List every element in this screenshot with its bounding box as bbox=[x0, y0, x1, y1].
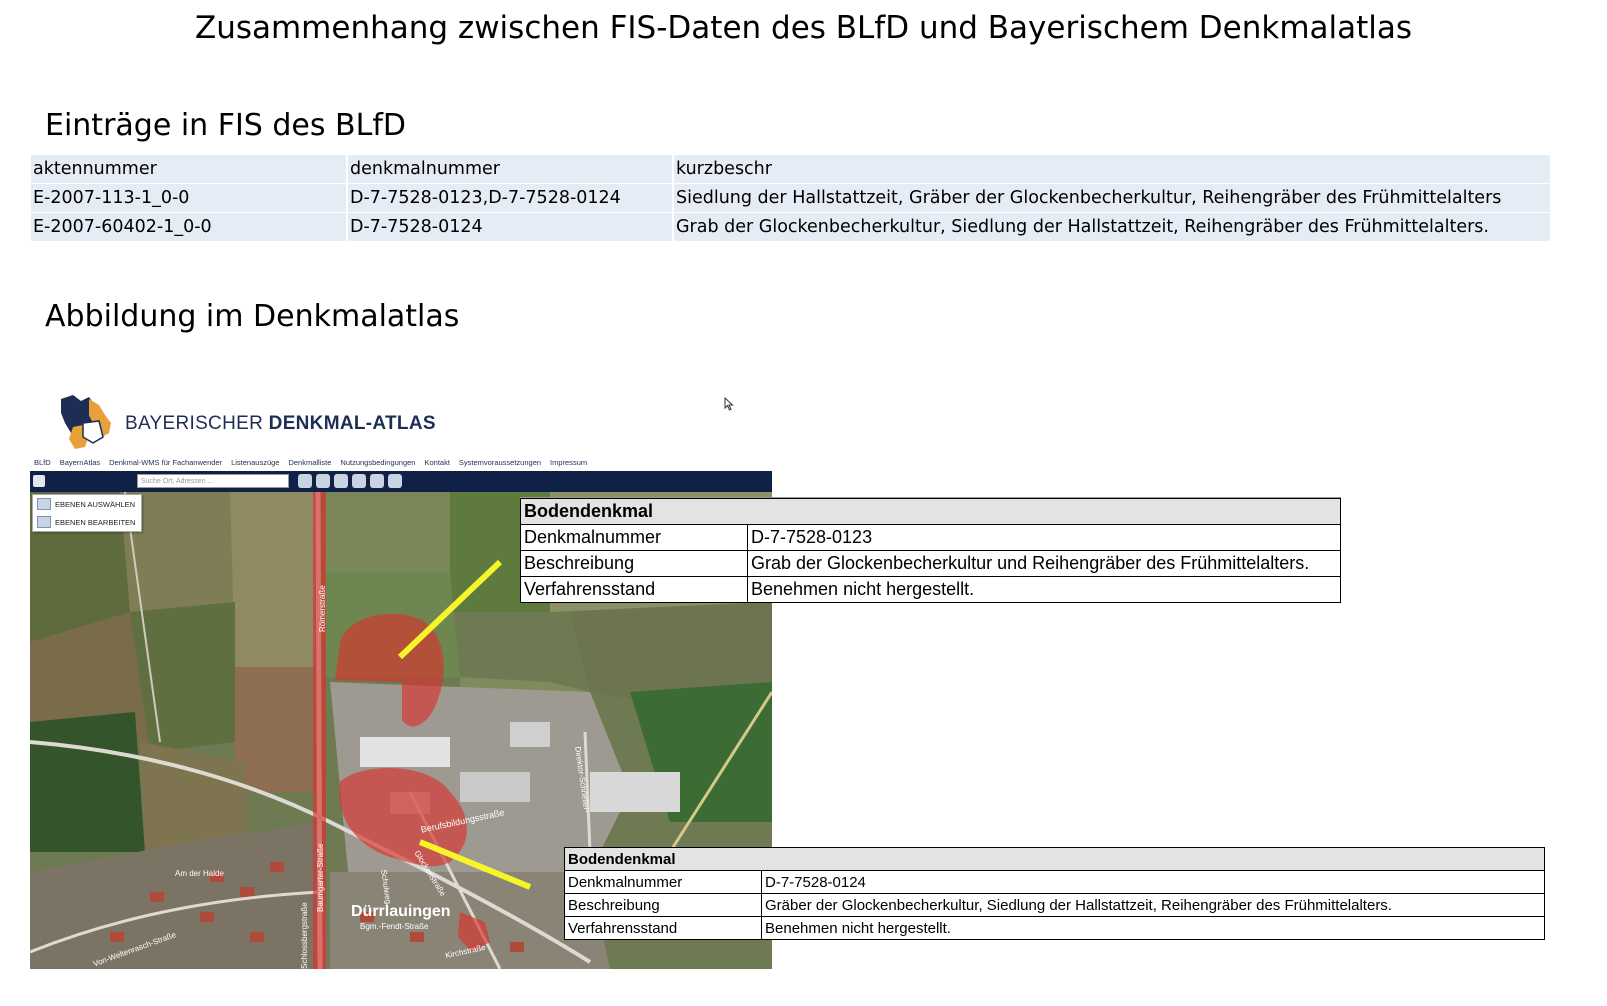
nav-link-nutzungsbedingungen[interactable]: Nutzungsbedingungen bbox=[340, 458, 415, 467]
binoculars-icon[interactable] bbox=[298, 474, 312, 488]
info-popup-0124: Bodendenkmal Denkmalnummer D-7-7528-0124… bbox=[564, 847, 1545, 940]
popup-value-verfahrensstand: Benehmen nicht hergestellt. bbox=[761, 916, 1545, 940]
logo-text-light: BAYERISCHER bbox=[125, 413, 269, 434]
popup-value-verfahrensstand: Benehmen nicht hergestellt. bbox=[747, 576, 1341, 603]
select-layers-label: EBENEN AUSWÄHLEN bbox=[55, 499, 136, 509]
popup-value-denkmalnummer: D-7-7528-0123 bbox=[747, 524, 1341, 551]
popup-value-beschreibung: Gräber der Glockenbecherkultur, Siedlung… bbox=[761, 893, 1545, 917]
print-icon[interactable] bbox=[33, 475, 45, 487]
column-header-kurzbeschr: kurzbeschr bbox=[674, 155, 1550, 183]
link-icon[interactable] bbox=[334, 474, 348, 488]
select-layers-button[interactable]: EBENEN AUSWÄHLEN bbox=[33, 495, 141, 513]
popup-value-beschreibung: Grab der Glockenbecherkultur und Reiheng… bbox=[747, 550, 1341, 577]
layers-icon bbox=[37, 498, 51, 510]
layer-panel: EBENEN AUSWÄHLEN EBENEN BEARBEITEN bbox=[32, 494, 142, 532]
atlas-logo-text: BAYERISCHER DENKMAL-ATLAS bbox=[125, 413, 436, 435]
popup-key-beschreibung: Beschreibung bbox=[520, 550, 748, 577]
atlas-section-heading: Abbildung im Denkmalatlas bbox=[45, 299, 460, 334]
nav-link-listenauszuege[interactable]: Listenauszüge bbox=[231, 458, 279, 467]
edit-layers-label: EBENEN BEARBEITEN bbox=[55, 517, 136, 527]
popup-table: Bodendenkmal Denkmalnummer D-7-7528-0124… bbox=[564, 847, 1545, 940]
popup-key-denkmalnummer: Denkmalnummer bbox=[520, 524, 748, 551]
cell-aktennummer: E-2007-113-1_0-0 bbox=[31, 184, 346, 212]
measure-icon[interactable] bbox=[316, 474, 330, 488]
search-input[interactable]: Suche Ort, Adressen ... bbox=[137, 474, 289, 488]
help-icon[interactable] bbox=[388, 474, 402, 488]
popup-header: Bodendenkmal bbox=[520, 498, 1341, 525]
atlas-toolbar: Suche Ort, Adressen ... bbox=[30, 471, 772, 492]
zoom-icon[interactable] bbox=[370, 474, 384, 488]
cell-kurzbeschr: Grab der Glockenbecherkultur, Siedlung d… bbox=[674, 213, 1550, 241]
cell-aktennummer: E-2007-60402-1_0-0 bbox=[31, 213, 346, 241]
fis-table: aktennummer denkmalnummer kurzbeschr E-2… bbox=[31, 155, 1550, 242]
map-label-baumgarter: Baumgarter-Straße bbox=[316, 843, 325, 912]
popup-key-verfahrensstand: Verfahrensstand bbox=[564, 916, 762, 940]
map-label-roemerstrasse: Römerstraße bbox=[318, 585, 327, 632]
table-row: E-2007-113-1_0-0 D-7-7528-0123,D-7-7528-… bbox=[31, 184, 1550, 212]
popup-table: Bodendenkmal Denkmalnummer D-7-7528-0123… bbox=[520, 498, 1341, 603]
cell-kurzbeschr: Siedlung der Hallstattzeit, Gräber der G… bbox=[674, 184, 1550, 212]
bavaria-logo-icon bbox=[61, 395, 111, 449]
cell-denkmalnummer: D-7-7528-0124 bbox=[348, 213, 672, 241]
map-label-bgm: Bgm.-Fendt-Straße bbox=[360, 922, 429, 931]
nav-link-denkmalliste[interactable]: Denkmalliste bbox=[288, 458, 331, 467]
nav-link-systemvoraussetzungen[interactable]: Systemvoraussetzungen bbox=[459, 458, 541, 467]
fis-section-heading: Einträge in FIS des BLfD bbox=[45, 108, 407, 143]
popup-key-denkmalnummer: Denkmalnummer bbox=[564, 870, 762, 894]
nav-link-blfd[interactable]: BLfD bbox=[34, 458, 51, 467]
popup-value-denkmalnummer: D-7-7528-0124 bbox=[761, 870, 1545, 894]
map-label-town: Dürrlauingen bbox=[351, 903, 451, 920]
edit-layers-button[interactable]: EBENEN BEARBEITEN bbox=[33, 513, 141, 531]
info-popup-0123: Bodendenkmal Denkmalnummer D-7-7528-0123… bbox=[520, 497, 1341, 603]
nav-link-impressum[interactable]: Impressum bbox=[550, 458, 587, 467]
nav-link-kontakt[interactable]: Kontakt bbox=[424, 458, 449, 467]
map-label-schlossberg: Schlossbergstraße bbox=[300, 902, 309, 969]
fis-table-header: aktennummer denkmalnummer kurzbeschr bbox=[31, 155, 1550, 183]
map-label-am-der-halde: Am der Halde bbox=[175, 869, 224, 878]
logo-text-bold: DENKMAL-ATLAS bbox=[268, 413, 436, 434]
page-title: Zusammenhang zwischen FIS-Daten des BLfD… bbox=[194, 10, 1413, 46]
nav-link-bayernatlas[interactable]: BayernAtlas bbox=[60, 458, 100, 467]
column-header-aktennummer: aktennummer bbox=[31, 155, 346, 183]
popup-header: Bodendenkmal bbox=[564, 847, 1545, 871]
popup-key-verfahrensstand: Verfahrensstand bbox=[520, 576, 748, 603]
mouse-cursor-icon bbox=[724, 397, 734, 411]
popup-key-beschreibung: Beschreibung bbox=[564, 893, 762, 917]
print-tool-icon[interactable] bbox=[352, 474, 366, 488]
layers-edit-icon bbox=[37, 516, 51, 528]
column-header-denkmalnummer: denkmalnummer bbox=[348, 155, 672, 183]
table-row: E-2007-60402-1_0-0 D-7-7528-0124 Grab de… bbox=[31, 213, 1550, 241]
atlas-nav: BLfD BayernAtlas Denkmal-WMS für Fachanw… bbox=[34, 458, 587, 467]
cell-denkmalnummer: D-7-7528-0123,D-7-7528-0124 bbox=[348, 184, 672, 212]
nav-link-denkmal-wms[interactable]: Denkmal-WMS für Fachanwender bbox=[109, 458, 222, 467]
